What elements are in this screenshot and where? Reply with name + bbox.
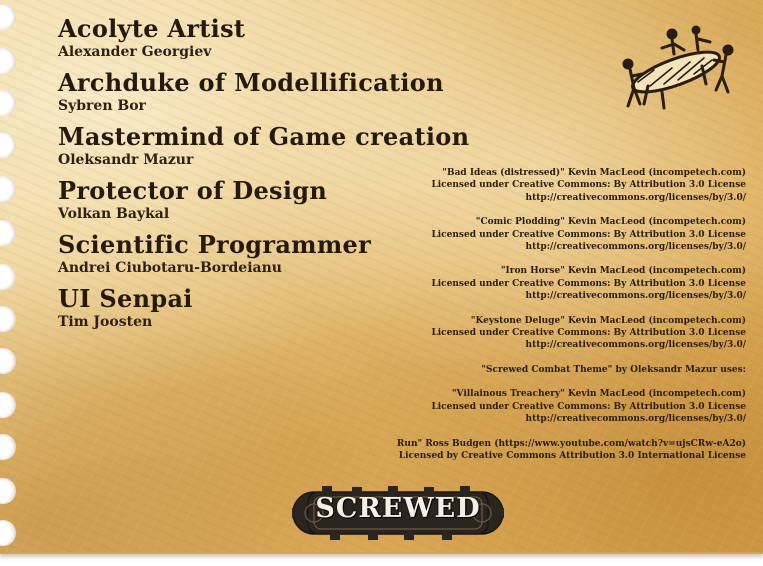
- credit-entry: Acolyte Artist Alexander Georgiev: [58, 14, 458, 61]
- credit-role: Acolyte Artist: [58, 14, 246, 43]
- music-license-line: Licensed under Creative Commons: By Attr…: [431, 278, 746, 289]
- music-credit: "Villainous Treachery" Kevin MacLeod (in…: [386, 388, 746, 425]
- music-title-line: "Keystone Deluge" Kevin MacLeod (incompe…: [470, 315, 746, 326]
- music-url-line: http://creativecommons.org/licenses/by/3…: [525, 340, 746, 351]
- music-credit: "Iron Horse" Kevin MacLeod (incompetech.…: [386, 265, 746, 302]
- music-credit: "Comic Plodding" Kevin MacLeod (incompet…: [386, 216, 746, 253]
- credit-name: Sybren Bor: [58, 98, 146, 114]
- credit-entry: Mastermind of Game creation Oleksandr Ma…: [58, 122, 470, 169]
- music-url-line: http://creativecommons.org/licenses/by/3…: [525, 242, 746, 253]
- credit-name: Alexander Georgiev: [58, 44, 212, 60]
- music-attributions: "Bad Ideas (distressed)" Kevin MacLeod (…: [386, 167, 746, 474]
- credit-role: Mastermind of Game creation: [58, 122, 470, 151]
- music-credit: "Screwed Combat Theme" by Oleksandr Mazu…: [386, 364, 746, 376]
- music-title-line: "Screwed Combat Theme" by Oleksandr Mazu…: [481, 364, 746, 375]
- music-credit: Run" Ross Budgen (https://www.youtube.co…: [386, 438, 746, 463]
- music-license-line: Licensed under Creative Commons: By Attr…: [431, 229, 746, 240]
- logo-text: SCREWED: [315, 493, 481, 524]
- credit-role: Archduke of Modellification: [58, 68, 444, 97]
- music-title-line: Run" Ross Budgen (https://www.youtube.co…: [396, 438, 746, 449]
- music-credit: "Keystone Deluge" Kevin MacLeod (incompe…: [386, 315, 746, 352]
- music-url-line: http://creativecommons.org/licenses/by/3…: [525, 414, 746, 425]
- music-title-line: "Comic Plodding" Kevin MacLeod (incompet…: [475, 217, 746, 228]
- music-license-line: Licensed under Creative Commons: By Attr…: [431, 180, 746, 191]
- music-license-line: Licensed under Creative Commons: By Attr…: [431, 401, 746, 412]
- screwed-logo: SCREWED: [292, 484, 504, 542]
- music-title-line: "Iron Horse" Kevin MacLeod (incompetech.…: [500, 266, 746, 277]
- credit-entry: Archduke of Modellification Sybren Bor: [58, 68, 458, 115]
- music-url-line: http://creativecommons.org/licenses/by/3…: [525, 192, 746, 203]
- table-with-figures-icon: [622, 25, 734, 110]
- music-url-line: http://creativecommons.org/licenses/by/3…: [525, 291, 746, 302]
- credits-screen: Acolyte Artist Alexander Georgiev Archdu…: [0, 0, 763, 566]
- music-license-line: Licensed by Creative Commons Attribution…: [398, 450, 746, 461]
- music-title-line: "Bad Ideas (distressed)" Kevin MacLeod (…: [442, 168, 746, 178]
- music-license-line: Licensed under Creative Commons: By Attr…: [431, 328, 746, 339]
- music-credit: "Bad Ideas (distressed)" Kevin MacLeod (…: [386, 167, 746, 204]
- music-title-line: "Villainous Treachery" Kevin MacLeod (in…: [451, 389, 746, 400]
